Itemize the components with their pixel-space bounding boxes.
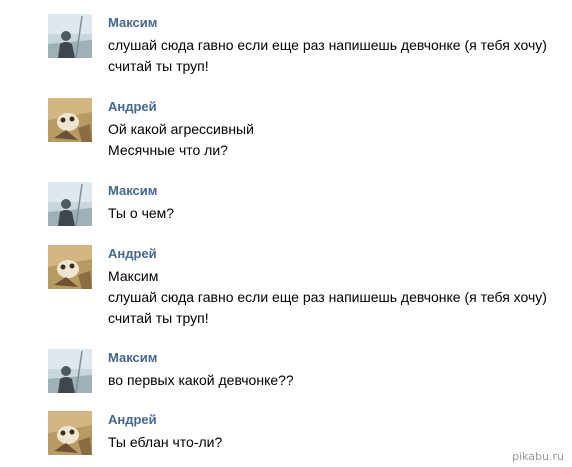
message-text: Ты еблан что-ли? [108,432,222,453]
message-line: считай ты труп! [108,310,209,326]
andrey-avatar-photo [48,98,92,142]
message-line: Месячные что ли? [108,142,228,158]
message-author[interactable]: Андрей [108,246,157,261]
andrey-avatar[interactable] [48,98,92,142]
andrey-avatar[interactable] [48,411,92,455]
message-author[interactable]: Андрей [108,99,157,114]
message-line: во первых какой девчонке?? [108,372,294,388]
message-text: Ой какой агрессивный Месячные что ли? [108,119,254,161]
message-text: Максим слушай сюда гавно если еще раз на… [108,266,547,329]
maksim-avatar[interactable] [48,349,92,393]
maksim-avatar-photo [48,349,92,393]
message-line: Максим [108,268,159,284]
message-line: слушай сюда гавно если еще раз напишешь … [108,37,547,53]
message-line: Ой какой агрессивный [108,121,254,137]
maksim-avatar-photo [48,182,92,226]
message-text: слушай сюда гавно если еще раз напишешь … [108,35,547,77]
andrey-avatar[interactable] [48,245,92,289]
maksim-avatar[interactable] [48,14,92,58]
message-text: во первых какой девчонке?? [108,370,294,391]
message-line: Ты еблан что-ли? [108,434,223,450]
message-line: считай ты труп! [108,58,209,74]
message-author[interactable]: Андрей [108,412,157,427]
message-author[interactable]: Максим [108,350,157,365]
message-text: Ты о чем? [108,203,174,224]
message-author[interactable]: Максим [108,15,157,30]
watermark: pikabu.ru [512,450,564,463]
message-line: слушай сюда гавно если еще раз напишешь … [108,289,547,305]
message-line: Ты о чем? [108,205,175,221]
maksim-avatar[interactable] [48,182,92,226]
maksim-avatar-photo [48,14,92,58]
andrey-avatar-photo [48,245,92,289]
message-author[interactable]: Максим [108,183,157,198]
andrey-avatar-photo [48,411,92,455]
